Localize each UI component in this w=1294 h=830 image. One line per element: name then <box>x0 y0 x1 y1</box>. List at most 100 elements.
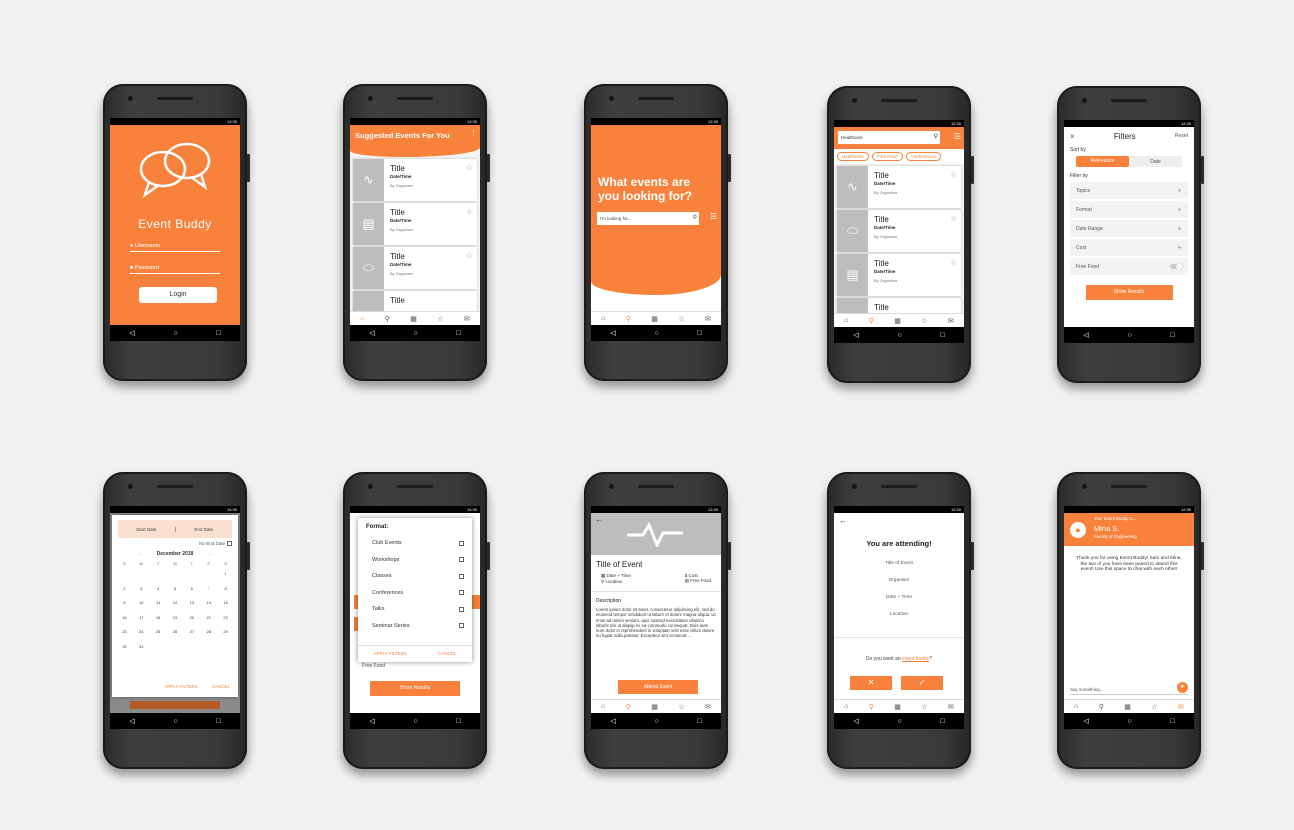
format-checkbox[interactable] <box>459 573 464 579</box>
favorites-tab-icon[interactable]: ☆ <box>921 317 927 325</box>
chat-tab-icon[interactable]: ✉ <box>705 703 711 711</box>
event-card[interactable]: ∿ Title Date/Time By Organizer ☆ <box>353 159 477 201</box>
filter-chip[interactable]: Healthcare <box>837 152 869 161</box>
event-card[interactable]: ▤ Title Date/Time By Organizer ☆ <box>837 254 961 296</box>
calendar-tab-icon[interactable]: ▦ <box>1124 703 1131 711</box>
calendar-tab-icon[interactable]: ▦ <box>410 315 417 323</box>
format-option[interactable]: Workshops <box>366 552 464 569</box>
filter-chip[interactable]: Conferences <box>905 152 942 161</box>
filter-row[interactable]: Topics + <box>1070 182 1188 199</box>
search-tab-icon[interactable]: ⚲ <box>385 315 390 323</box>
calendar-day[interactable]: 18 <box>150 615 167 630</box>
home-nav-icon[interactable]: ○ <box>1127 332 1131 339</box>
no-end-date-checkbox[interactable] <box>227 541 232 546</box>
recent-nav-icon[interactable]: □ <box>940 718 944 725</box>
filter-row[interactable]: Cost + <box>1070 239 1188 256</box>
home-nav-icon[interactable]: ○ <box>173 718 177 725</box>
back-nav-icon[interactable]: ◁ <box>369 717 374 725</box>
calendar-day[interactable]: 23 <box>116 629 133 644</box>
side-button[interactable] <box>487 154 490 182</box>
format-option[interactable]: Club Events <box>366 535 464 552</box>
back-arrow-icon[interactable]: ← <box>839 516 847 525</box>
back-nav-icon[interactable]: ◁ <box>1083 717 1088 725</box>
recent-nav-icon[interactable]: □ <box>697 718 701 725</box>
search-tab-icon[interactable]: ⚲ <box>626 703 631 711</box>
cancel-button[interactable]: CANCEL <box>438 651 456 656</box>
search-tab-icon[interactable]: ⚲ <box>626 315 631 323</box>
apply-filters-button[interactable]: APPLY FILTERS <box>164 684 198 689</box>
attend-event-button[interactable]: Attend Event <box>618 680 698 694</box>
search-input[interactable]: I'm looking for... ⚲ <box>597 212 699 225</box>
calendar-day[interactable]: 14 <box>200 600 217 615</box>
filter-chip[interactable]: Free Food <box>871 152 903 161</box>
cancel-button[interactable]: CANCEL <box>212 684 230 689</box>
calendar-tab-icon[interactable]: ▦ <box>894 703 901 711</box>
home-tab-icon[interactable]: ⌂ <box>601 703 605 710</box>
start-date-field[interactable]: Start Date <box>118 526 176 532</box>
calendar-day[interactable]: 30 <box>116 644 133 659</box>
format-checkbox[interactable] <box>459 540 464 546</box>
back-nav-icon[interactable]: ◁ <box>853 331 858 339</box>
calendar-day[interactable]: 28 <box>200 629 217 644</box>
calendar-day[interactable]: 25 <box>150 629 167 644</box>
home-nav-icon[interactable]: ○ <box>654 718 658 725</box>
favorite-star-icon[interactable]: ☆ <box>466 207 473 216</box>
sort-relevance-button[interactable]: Relevance <box>1076 156 1129 167</box>
event-buddy-link[interactable]: event buddy <box>902 656 929 662</box>
calendar-day[interactable]: 15 <box>217 600 234 615</box>
format-checkbox[interactable] <box>459 557 464 563</box>
recent-nav-icon[interactable]: □ <box>456 330 460 337</box>
side-button[interactable] <box>728 154 731 182</box>
chat-tab-icon[interactable]: ✉ <box>948 703 954 711</box>
format-checkbox[interactable] <box>459 590 464 596</box>
calendar-day[interactable]: 16 <box>116 615 133 630</box>
favorites-tab-icon[interactable]: ☆ <box>921 703 927 711</box>
recent-nav-icon[interactable]: □ <box>216 718 220 725</box>
calendar-day[interactable]: 3 <box>133 586 150 601</box>
calendar-day[interactable]: 19 <box>167 615 184 630</box>
home-tab-icon[interactable]: ⌂ <box>844 317 848 324</box>
home-nav-icon[interactable]: ○ <box>654 330 658 337</box>
back-arrow-icon[interactable]: ← <box>595 515 603 524</box>
side-button[interactable] <box>1201 156 1204 184</box>
calendar-day[interactable]: 27 <box>183 629 200 644</box>
calendar-day[interactable]: 1 <box>217 571 234 586</box>
format-option[interactable]: Seminar Series <box>366 618 464 635</box>
expand-plus-icon[interactable]: + <box>1177 205 1182 214</box>
format-option[interactable]: Conferences <box>366 585 464 602</box>
show-results-button[interactable]: Show Results <box>1085 285 1173 300</box>
prev-month-icon[interactable]: ← <box>138 551 143 557</box>
recent-nav-icon[interactable]: □ <box>456 718 460 725</box>
favorite-star-icon[interactable]: ☆ <box>466 251 473 260</box>
send-icon[interactable]: ➤ <box>1177 682 1188 693</box>
filter-sliders-icon[interactable]: ☰ <box>710 212 717 221</box>
next-month-icon[interactable]: → <box>207 551 212 557</box>
calendar-day[interactable]: 26 <box>167 629 184 644</box>
back-nav-icon[interactable]: ◁ <box>1083 331 1088 339</box>
favorites-tab-icon[interactable]: ☆ <box>678 703 684 711</box>
reset-button[interactable]: Reset <box>1175 133 1188 139</box>
calendar-day[interactable]: 8 <box>217 586 234 601</box>
password-field[interactable]: ■ Password <box>130 265 220 274</box>
side-button[interactable] <box>1201 542 1204 570</box>
filter-sliders-icon[interactable]: ☰ <box>954 132 961 141</box>
side-button[interactable] <box>971 542 974 570</box>
calendar-day[interactable]: 5 <box>167 586 184 601</box>
calendar-day[interactable]: 22 <box>217 615 234 630</box>
chat-tab-icon[interactable]: ✉ <box>948 317 954 325</box>
calendar-day[interactable]: 29 <box>217 629 234 644</box>
back-nav-icon[interactable]: ◁ <box>610 329 615 337</box>
home-nav-icon[interactable]: ○ <box>1127 718 1131 725</box>
recent-nav-icon[interactable]: □ <box>1170 332 1174 339</box>
back-nav-icon[interactable]: ◁ <box>610 717 615 725</box>
expand-plus-icon[interactable]: + <box>1177 186 1182 195</box>
favorite-star-icon[interactable]: ☆ <box>466 163 473 172</box>
calendar-tab-icon[interactable]: ▦ <box>651 703 658 711</box>
calendar-day[interactable]: 21 <box>200 615 217 630</box>
calendar-day[interactable]: 10 <box>133 600 150 615</box>
format-checkbox[interactable] <box>459 623 464 629</box>
calendar-tab-icon[interactable]: ▦ <box>894 317 901 325</box>
format-checkbox[interactable] <box>459 606 464 612</box>
home-nav-icon[interactable]: ○ <box>897 332 901 339</box>
filter-row[interactable]: Date Range + <box>1070 220 1188 237</box>
